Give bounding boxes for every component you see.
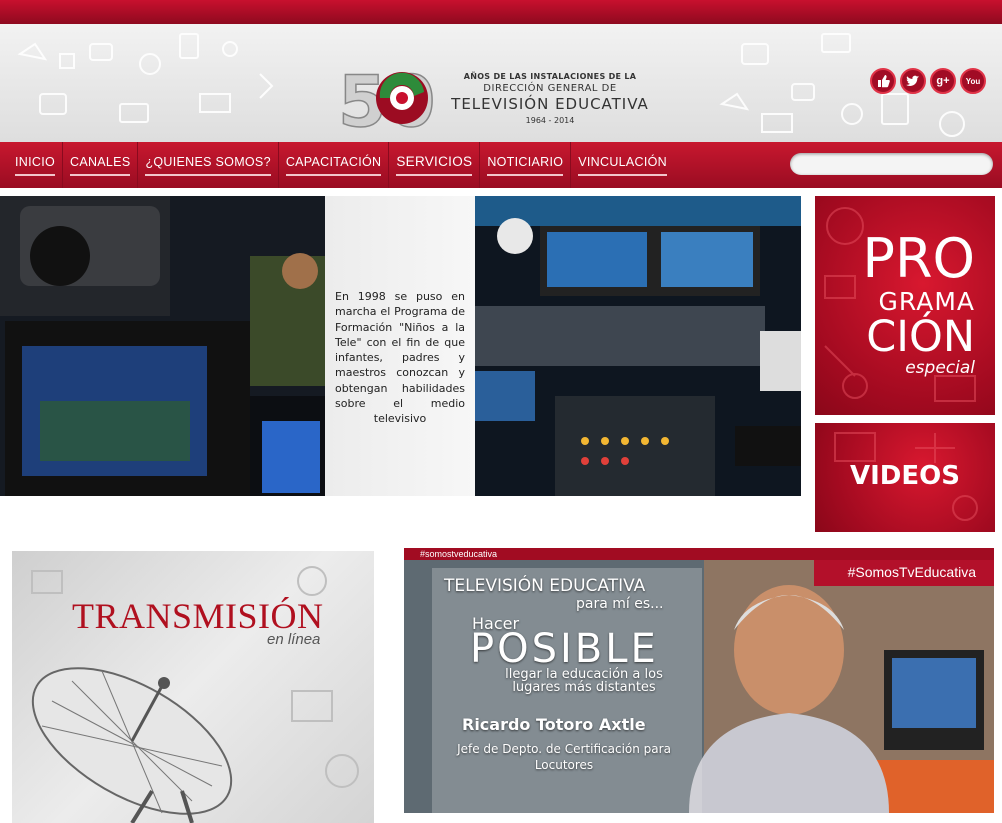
logo-text: AÑOS DE LAS INSTALACIONES DE LA DIRECCIÓ… [445,72,655,125]
nav-item-canales[interactable]: CANALES [63,142,139,188]
nav-label[interactable]: CAPACITACIÓN [285,155,382,176]
campaign-line4: POSIBLE [470,626,659,672]
nav-label[interactable]: CANALES [70,155,131,176]
videos-banner[interactable]: VIDEOS [815,423,995,532]
twitter-icon[interactable] [900,68,926,94]
nav-label[interactable]: INICIO [15,155,55,176]
campaign-tag: #somostveducativa [420,549,498,559]
site-header: 50 AÑOS DE LAS INSTALACIONES DE LA DIREC… [0,24,1002,142]
nav-item-noticiario[interactable]: NOTICIARIO [480,142,572,188]
nav-label[interactable]: ¿QUIENES SOMOS? [145,155,271,176]
nav-item-servicios[interactable]: SERVICIOS [389,142,481,188]
logo-line3: TELEVISIÓN EDUCATIVA [451,95,649,113]
campaign-line5: llegar la educación a los lugares más di… [505,667,663,695]
feature-text: En 1998 se puso en marcha el Programa de… [335,290,465,426]
feature-text-panel: En 1998 se puso en marcha el Programa de… [325,196,475,496]
top-strip [0,0,1002,24]
fifty-anniversary-logo: 50 [337,60,436,140]
feature-photo-control-room[interactable] [475,196,801,496]
search-input[interactable] [790,153,993,175]
campaign-hashtag-bar: #SomosTvEducativa [814,560,994,586]
doodle-pattern-left [17,33,274,123]
programacion-especial-banner[interactable]: PRO GRAMA CIÓN especial [815,196,995,415]
nav-item-capacitacion[interactable]: CAPACITACIÓN [279,142,390,188]
transmision-subtitle: en línea [267,631,321,648]
promo-line1: PRO [862,227,975,290]
logo-line2: DIRECCIÓN GENERAL DE [483,83,617,94]
satellite-dish-icon [31,566,359,823]
nav-item-quienes-somos[interactable]: ¿QUIENES SOMOS? [138,142,279,188]
campaign-line2: para mí es... [576,596,664,612]
nav-item-vinculacion[interactable]: VINCULACIÓN [571,142,674,188]
campaign-tag-bar: #somostveducativa [404,548,994,560]
like-icon[interactable] [870,68,896,94]
main-nav: INICIO CANALES ¿QUIENES SOMOS? CAPACITAC… [0,142,1002,188]
google-plus-icon[interactable]: g+ [930,68,956,94]
social-links: g+ You [870,68,986,94]
promo-line4: especial [905,358,975,378]
campaign-person-role: Jefe de Depto. de Certificación para Loc… [457,742,671,772]
logo-line1: AÑOS DE LAS INSTALACIONES DE LA [463,72,637,81]
nav-label[interactable]: SERVICIOS [396,154,473,176]
nav-label[interactable]: NOTICIARIO [487,155,564,176]
youtube-icon[interactable]: You [960,68,986,94]
logo-years: 1964 - 2014 [525,116,575,125]
campaign-person-name: Ricardo Totoro Axtle [462,715,646,734]
campaign-line1: TELEVISIÓN EDUCATIVA [444,576,646,596]
transmision-en-linea-banner[interactable]: TRANSMISIÓN en línea [12,551,374,823]
nav-item-inicio[interactable]: INICIO [8,142,63,188]
nav-label[interactable]: VINCULACIÓN [578,155,667,176]
campaign-hashtag: #SomosTvEducativa [847,564,976,580]
feature-photo-camera[interactable] [0,196,325,496]
videos-label: VIDEOS [850,461,960,491]
promo-line3: CIÓN [866,312,975,362]
somos-tv-educativa-campaign[interactable]: #somostveducativa #SomosTvEducativa TELE… [404,548,994,813]
promo-line2: GRAMA [878,287,975,316]
